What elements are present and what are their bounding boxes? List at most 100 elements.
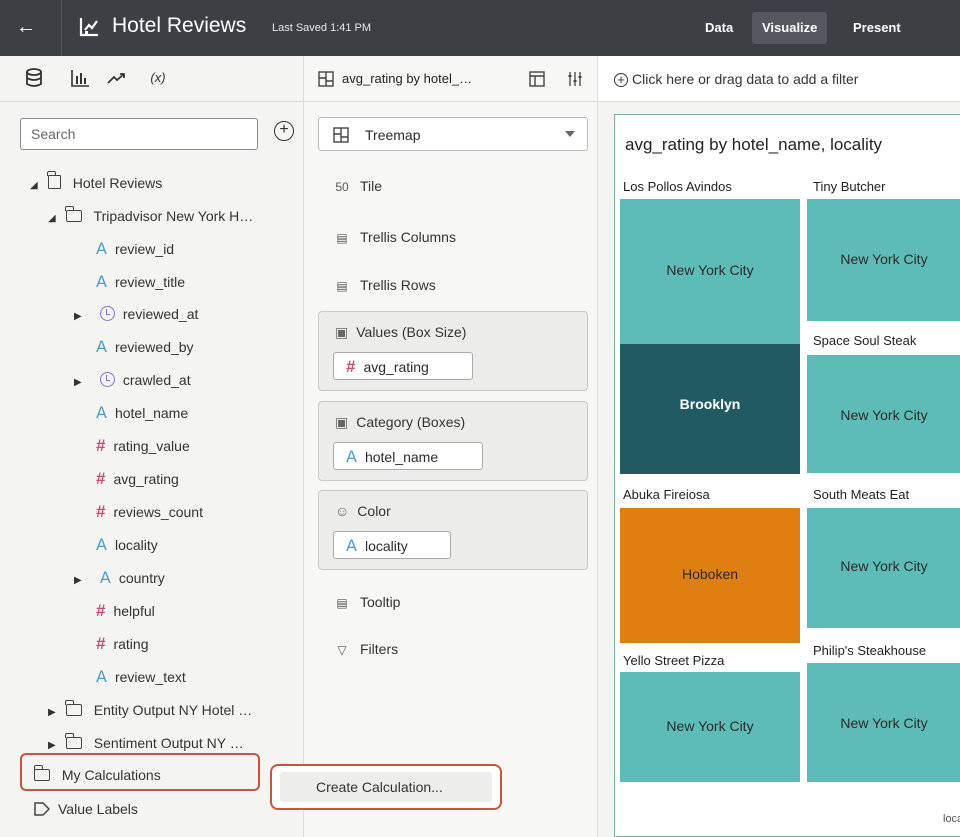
tile-locality: New York City [840, 558, 928, 574]
measure-icon: # [96, 634, 106, 653]
tab-data[interactable]: Data [695, 12, 743, 44]
search-input[interactable]: Search [20, 118, 258, 150]
tag-icon [34, 802, 51, 816]
pill-label: locality [364, 538, 408, 554]
expand-icon[interactable]: ▶ [74, 371, 88, 395]
tile-locality: New York City [840, 407, 928, 423]
tree-field[interactable]: Areview_text [96, 665, 186, 689]
tree-field[interactable]: Areview_id [96, 237, 174, 261]
values-dropzone[interactable]: ▣ Values (Box Size) # avg_rating [318, 311, 588, 391]
attribute-icon: A [96, 667, 107, 686]
tree-root[interactable]: ◢ Hotel Reviews [30, 171, 162, 195]
expand-icon[interactable]: ▶ [48, 701, 62, 725]
tree-folder-label: Tripadvisor New York H… [93, 208, 254, 224]
category-icon: ▣ [335, 414, 349, 430]
pill-label: avg_rating [363, 359, 429, 375]
category-pill[interactable]: Ahotel_name [333, 442, 483, 470]
layout-icon[interactable] [529, 71, 545, 87]
create-calculation-highlight: Create Calculation... [270, 764, 502, 810]
dataset-icon [47, 171, 61, 189]
tree-folder-tripadvisor[interactable]: ◢ Tripadvisor New York H… [48, 204, 253, 228]
expand-icon[interactable]: ▶ [74, 569, 88, 593]
treemap-tile[interactable]: Hoboken [620, 508, 800, 643]
values-pill[interactable]: # avg_rating [333, 352, 473, 380]
attribute-icon: A [96, 535, 107, 554]
treemap-tile[interactable]: New York City [620, 199, 800, 344]
grammar-tile[interactable]: 50 Tile [334, 178, 382, 194]
tree-field[interactable]: # helpful [96, 599, 155, 623]
tree-field[interactable]: Areviewed_by [96, 335, 194, 359]
tree-field[interactable]: Alocality [96, 533, 158, 557]
grammar-trellis-rows[interactable]: ▤ Trellis Rows [334, 277, 435, 293]
tab-present[interactable]: Present [843, 12, 911, 44]
folder-icon [65, 733, 82, 749]
tree-field[interactable]: ▶ crawled_at [74, 368, 191, 392]
tree-field[interactable]: # reviews_count [96, 500, 203, 524]
data-panel: (x) Search + ◢ Hotel Reviews ◢ Tripadvis… [0, 56, 304, 837]
add-data-icon[interactable]: + [274, 121, 294, 141]
color-pill[interactable]: Alocality [333, 531, 451, 559]
treemap-tile[interactable]: New York City [807, 508, 960, 628]
tree-field[interactable]: ▶ Acountry [74, 566, 165, 590]
tooltip-icon: ▤ [336, 596, 348, 610]
measure-icon: # [96, 469, 106, 488]
filter-bar[interactable]: + Click here or drag data to add a filter [598, 56, 960, 102]
tree-field[interactable]: Areview_title [96, 270, 185, 294]
tree-field[interactable]: # rating [96, 632, 149, 656]
trellis-columns-icon: ▤ [336, 231, 348, 245]
tree-field[interactable]: ▶ reviewed_at [74, 302, 198, 326]
grammar-label: Filters [360, 641, 399, 657]
trend-line-icon[interactable] [104, 66, 128, 90]
tile-title: Abuka Fireiosa [617, 483, 716, 506]
viz-type-select[interactable]: Treemap [318, 117, 588, 151]
tree-field[interactable]: Ahotel_name [96, 401, 188, 425]
attribute-icon: A [96, 272, 107, 291]
field-label: rating [113, 636, 149, 652]
values-title-label: Values (Box Size) [356, 324, 467, 340]
expand-icon[interactable]: ▶ [74, 305, 88, 329]
database-icon[interactable] [22, 66, 46, 90]
back-arrow-icon[interactable]: ← [14, 15, 38, 39]
bar-chart-icon[interactable] [68, 66, 92, 90]
attribute-icon: A [96, 239, 107, 258]
tree-my-calculations[interactable]: My Calculations [33, 763, 161, 787]
tab-visualize[interactable]: Visualize [752, 12, 828, 44]
tile-title: Yello Street Pizza [617, 649, 731, 672]
tile-title: Tiny Butcher [807, 175, 892, 198]
create-calculation-menu-item[interactable]: Create Calculation... [280, 772, 492, 802]
tree-value-labels[interactable]: Value Labels [34, 797, 138, 821]
expression-icon[interactable]: (x) [146, 66, 170, 90]
collapse-icon[interactable]: ◢ [48, 207, 62, 231]
properties-sliders-icon[interactable] [566, 70, 584, 88]
tree-folder-entity[interactable]: ▶ Entity Output NY Hotel … [48, 698, 252, 722]
tile-locality: New York City [666, 718, 754, 734]
category-dropzone[interactable]: ▣ Category (Boxes) Ahotel_name [318, 401, 588, 481]
grammar-tooltip[interactable]: ▤ Tooltip [334, 594, 400, 610]
tree-folder-sentiment[interactable]: ▶ Sentiment Output NY … [48, 731, 244, 755]
treemap-tile[interactable]: New York City [807, 663, 960, 782]
color-dropzone[interactable]: ☺ Color Alocality [318, 490, 588, 570]
tree-field[interactable]: # avg_rating [96, 467, 179, 491]
treemap-tile[interactable]: New York City [807, 199, 960, 321]
tile-title: Los Pollos Avindos [617, 175, 738, 198]
tile-locality: New York City [840, 251, 928, 267]
tree-root-label: Hotel Reviews [72, 175, 163, 191]
grammar-label: Tile [360, 178, 383, 194]
treemap-tile[interactable]: New York City [807, 355, 960, 473]
grammar-filters[interactable]: ▽ Filters [334, 641, 398, 657]
field-label: country [118, 570, 165, 586]
workbook-logo-icon [79, 18, 98, 37]
treemap-visualization[interactable]: avg_rating by hotel_name, locality Los P… [614, 114, 960, 837]
attribute-icon: A [346, 536, 357, 555]
treemap-tile[interactable]: New York City [620, 672, 800, 782]
treemap-tile[interactable]: Brooklyn [620, 344, 800, 474]
grammar-trellis-columns[interactable]: ▤ Trellis Columns [334, 229, 456, 245]
field-label: review_text [114, 669, 186, 685]
tree-field[interactable]: # rating_value [96, 434, 190, 458]
field-label: helpful [113, 603, 155, 619]
treemap-icon [318, 71, 334, 87]
folder-icon [65, 206, 82, 222]
filter-hint[interactable]: + Click here or drag data to add a filter [614, 71, 858, 87]
collapse-icon[interactable]: ◢ [30, 174, 44, 198]
field-label: locality [114, 537, 158, 553]
